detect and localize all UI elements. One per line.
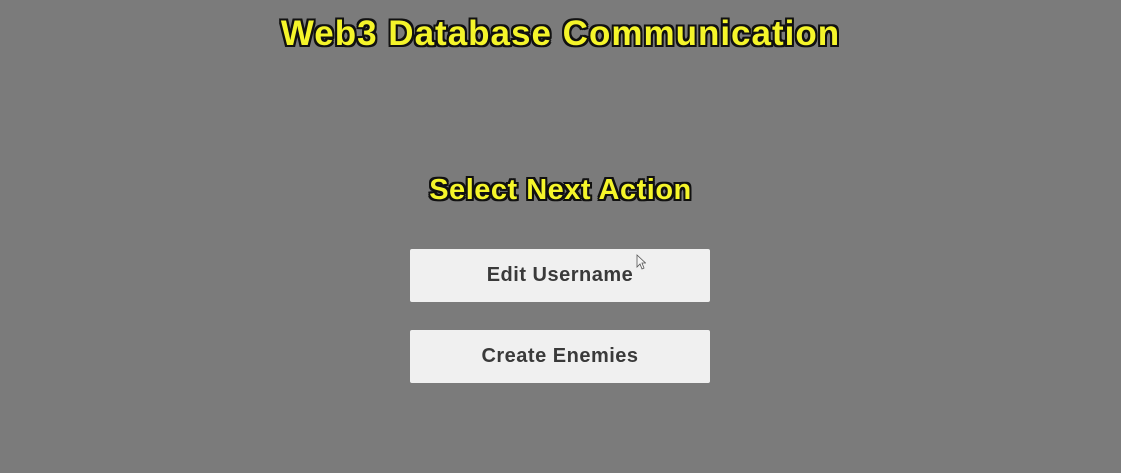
create-enemies-button[interactable]: Create Enemies xyxy=(410,330,710,383)
select-action-heading: Select Next Action xyxy=(429,174,692,206)
mouse-pointer-icon xyxy=(636,254,646,270)
app-title: Web3 Database Communication xyxy=(280,14,841,53)
edit-username-button[interactable]: Edit Username xyxy=(410,249,710,302)
